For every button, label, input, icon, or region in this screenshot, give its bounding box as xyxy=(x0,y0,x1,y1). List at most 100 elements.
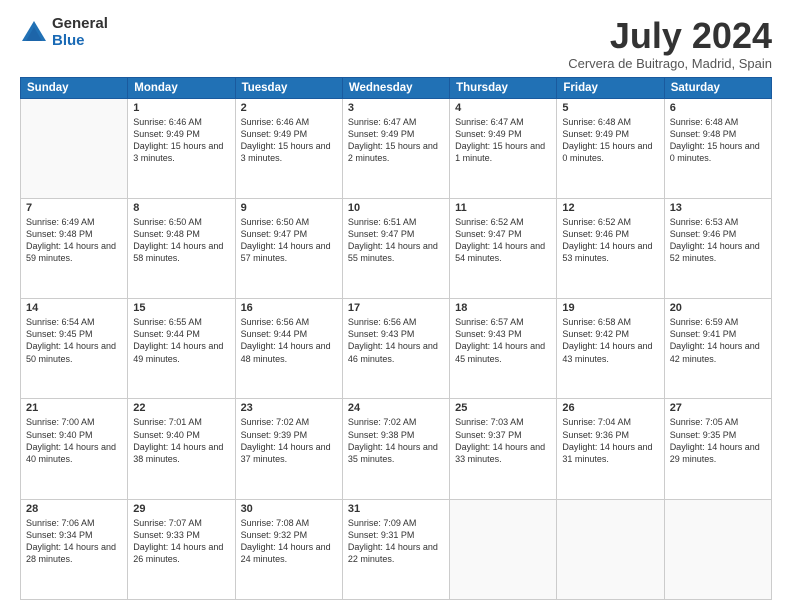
day-number: 4 xyxy=(455,102,551,114)
day-number: 9 xyxy=(241,202,337,214)
day-number: 10 xyxy=(348,202,444,214)
table-row: 26Sunrise: 7:04 AM Sunset: 9:36 PM Dayli… xyxy=(557,399,664,499)
day-info: Sunrise: 6:59 AM Sunset: 9:41 PM Dayligh… xyxy=(670,316,766,365)
table-row: 28 Sunrise: 7:06 AM Sunset: 9:34 PM Dayli… xyxy=(21,499,128,599)
day-number: 5 xyxy=(562,102,658,114)
day-info: Sunrise: 6:50 AM Sunset: 9:47 PM Dayligh… xyxy=(241,216,337,265)
table-row xyxy=(557,499,664,599)
day-number: 25 xyxy=(455,402,551,414)
col-monday: Monday xyxy=(128,77,235,98)
day-number: 18 xyxy=(455,302,551,314)
table-row: 6Sunrise: 6:48 AM Sunset: 9:48 PM Daylig… xyxy=(664,98,771,198)
table-row: 21Sunrise: 7:00 AM Sunset: 9:40 PM Dayli… xyxy=(21,399,128,499)
day-number: 20 xyxy=(670,302,766,314)
day-number: 17 xyxy=(348,302,444,314)
day-number: 12 xyxy=(562,202,658,214)
table-row: 18Sunrise: 6:57 AM Sunset: 9:43 PM Dayli… xyxy=(450,299,557,399)
day-info: Sunrise: 7:05 AM Sunset: 9:35 PM Dayligh… xyxy=(670,416,766,465)
day-number: 24 xyxy=(348,402,444,414)
table-row: 23Sunrise: 7:02 AM Sunset: 9:39 PM Dayli… xyxy=(235,399,342,499)
col-sunday: Sunday xyxy=(21,77,128,98)
day-number: 19 xyxy=(562,302,658,314)
page: General Blue July 2024 Cervera de Buitra… xyxy=(0,0,792,612)
calendar-week-row: 7 Sunrise: 6:49 AM Sunset: 9:48 PM Daylig… xyxy=(21,198,772,298)
table-row: 8Sunrise: 6:50 AM Sunset: 9:48 PM Daylig… xyxy=(128,198,235,298)
day-number: 23 xyxy=(241,402,337,414)
day-number: 16 xyxy=(241,302,337,314)
table-row: 5 Sunrise: 6:48 AM Sunset: 9:49 PM Daylig… xyxy=(557,98,664,198)
table-row: 17Sunrise: 6:56 AM Sunset: 9:43 PM Dayli… xyxy=(342,299,449,399)
day-number: 28 xyxy=(26,503,122,515)
table-row xyxy=(450,499,557,599)
day-info: Sunrise: 6:48 AM Sunset: 9:49 PM Dayligh… xyxy=(562,116,658,165)
day-info: Sunrise: 6:52 AM Sunset: 9:46 PM Dayligh… xyxy=(562,216,658,265)
day-number: 7 xyxy=(26,202,122,214)
table-row: 29Sunrise: 7:07 AM Sunset: 9:33 PM Dayli… xyxy=(128,499,235,599)
day-info: Sunrise: 7:01 AM Sunset: 9:40 PM Dayligh… xyxy=(133,416,229,465)
table-row: 2 Sunrise: 6:46 AM Sunset: 9:49 PM Daylig… xyxy=(235,98,342,198)
day-info: Sunrise: 7:00 AM Sunset: 9:40 PM Dayligh… xyxy=(26,416,122,465)
day-info: Sunrise: 6:55 AM Sunset: 9:44 PM Dayligh… xyxy=(133,316,229,365)
calendar-table: Sunday Monday Tuesday Wednesday Thursday… xyxy=(20,77,772,600)
day-info: Sunrise: 6:58 AM Sunset: 9:42 PM Dayligh… xyxy=(562,316,658,365)
table-row: 30Sunrise: 7:08 AM Sunset: 9:32 PM Dayli… xyxy=(235,499,342,599)
table-row: 7 Sunrise: 6:49 AM Sunset: 9:48 PM Daylig… xyxy=(21,198,128,298)
day-info: Sunrise: 6:46 AM Sunset: 9:49 PM Dayligh… xyxy=(241,116,337,165)
day-info: Sunrise: 6:47 AM Sunset: 9:49 PM Dayligh… xyxy=(348,116,444,165)
calendar-week-row: 14 Sunrise: 6:54 AM Sunset: 9:45 PM Dayli… xyxy=(21,299,772,399)
day-info: Sunrise: 6:46 AM Sunset: 9:49 PM Dayligh… xyxy=(133,116,229,165)
table-row: 10 Sunrise: 6:51 AM Sunset: 9:47 PM Dayli… xyxy=(342,198,449,298)
header: General Blue July 2024 Cervera de Buitra… xyxy=(20,16,772,71)
day-number: 30 xyxy=(241,503,337,515)
month-title: July 2024 xyxy=(568,16,772,56)
day-number: 26 xyxy=(562,402,658,414)
table-row: 15 Sunrise: 6:55 AM Sunset: 9:44 PM Dayli… xyxy=(128,299,235,399)
day-info: Sunrise: 6:49 AM Sunset: 9:48 PM Dayligh… xyxy=(26,216,122,265)
table-row: 3 Sunrise: 6:47 AM Sunset: 9:49 PM Daylig… xyxy=(342,98,449,198)
day-number: 31 xyxy=(348,503,444,515)
table-row: 20 Sunrise: 6:59 AM Sunset: 9:41 PM Dayli… xyxy=(664,299,771,399)
logo-general-text: General xyxy=(52,16,108,33)
day-info: Sunrise: 6:51 AM Sunset: 9:47 PM Dayligh… xyxy=(348,216,444,265)
day-number: 3 xyxy=(348,102,444,114)
location: Cervera de Buitrago, Madrid, Spain xyxy=(568,56,772,71)
day-info: Sunrise: 6:47 AM Sunset: 9:49 PM Dayligh… xyxy=(455,116,551,165)
table-row: 27 Sunrise: 7:05 AM Sunset: 9:35 PM Dayli… xyxy=(664,399,771,499)
table-row: 25 Sunrise: 7:03 AM Sunset: 9:37 PM Dayli… xyxy=(450,399,557,499)
title-block: July 2024 Cervera de Buitrago, Madrid, S… xyxy=(568,16,772,71)
day-number: 15 xyxy=(133,302,229,314)
day-info: Sunrise: 7:03 AM Sunset: 9:37 PM Dayligh… xyxy=(455,416,551,465)
day-number: 14 xyxy=(26,302,122,314)
day-number: 2 xyxy=(241,102,337,114)
logo-blue-text: Blue xyxy=(52,33,108,50)
day-number: 29 xyxy=(133,503,229,515)
calendar-week-row: 1 Sunrise: 6:46 AM Sunset: 9:49 PM Daylig… xyxy=(21,98,772,198)
day-info: Sunrise: 7:09 AM Sunset: 9:31 PM Dayligh… xyxy=(348,517,444,566)
col-friday: Friday xyxy=(557,77,664,98)
day-number: 22 xyxy=(133,402,229,414)
day-info: Sunrise: 6:54 AM Sunset: 9:45 PM Dayligh… xyxy=(26,316,122,365)
table-row: 13Sunrise: 6:53 AM Sunset: 9:46 PM Dayli… xyxy=(664,198,771,298)
day-number: 6 xyxy=(670,102,766,114)
table-row: 9 Sunrise: 6:50 AM Sunset: 9:47 PM Daylig… xyxy=(235,198,342,298)
table-row: 31 Sunrise: 7:09 AM Sunset: 9:31 PM Dayli… xyxy=(342,499,449,599)
logo-icon xyxy=(20,19,48,47)
day-info: Sunrise: 7:06 AM Sunset: 9:34 PM Dayligh… xyxy=(26,517,122,566)
calendar-week-row: 21Sunrise: 7:00 AM Sunset: 9:40 PM Dayli… xyxy=(21,399,772,499)
calendar-week-row: 28 Sunrise: 7:06 AM Sunset: 9:34 PM Dayli… xyxy=(21,499,772,599)
col-wednesday: Wednesday xyxy=(342,77,449,98)
calendar-header-row: Sunday Monday Tuesday Wednesday Thursday… xyxy=(21,77,772,98)
day-info: Sunrise: 7:02 AM Sunset: 9:38 PM Dayligh… xyxy=(348,416,444,465)
col-saturday: Saturday xyxy=(664,77,771,98)
day-number: 27 xyxy=(670,402,766,414)
day-number: 1 xyxy=(133,102,229,114)
table-row: 19 Sunrise: 6:58 AM Sunset: 9:42 PM Dayli… xyxy=(557,299,664,399)
day-number: 11 xyxy=(455,202,551,214)
day-info: Sunrise: 6:56 AM Sunset: 9:44 PM Dayligh… xyxy=(241,316,337,365)
day-info: Sunrise: 6:50 AM Sunset: 9:48 PM Dayligh… xyxy=(133,216,229,265)
table-row xyxy=(21,98,128,198)
table-row: 16 Sunrise: 6:56 AM Sunset: 9:44 PM Dayli… xyxy=(235,299,342,399)
table-row: 14 Sunrise: 6:54 AM Sunset: 9:45 PM Dayli… xyxy=(21,299,128,399)
table-row xyxy=(664,499,771,599)
day-info: Sunrise: 6:53 AM Sunset: 9:46 PM Dayligh… xyxy=(670,216,766,265)
